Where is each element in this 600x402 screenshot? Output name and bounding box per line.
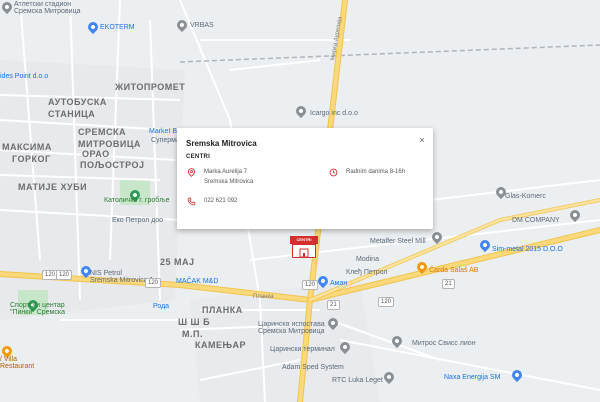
- district-label-autobuska: АУТОБУСКА: [48, 97, 107, 107]
- poi-stadium[interactable]: Атлетски стадион Сремска Митровица: [14, 1, 80, 15]
- poi-market[interactable]: Market B: [149, 128, 177, 135]
- centri-marker-body: [292, 244, 316, 258]
- poi-adam[interactable]: Adam Sped System: [282, 364, 344, 371]
- poi-metalfer[interactable]: Metalfer Steel Mill: [370, 238, 426, 245]
- poi-macak[interactable]: МАČAK M&D: [176, 278, 218, 285]
- poi-catholic[interactable]: Католичко г. гробље: [104, 197, 169, 204]
- road-shield-120-d: 120: [302, 280, 319, 290]
- poi-carda[interactable]: Čarda Salaš AB: [429, 267, 478, 274]
- phone-icon: [187, 197, 196, 206]
- poi-modina[interactable]: Modina: [356, 256, 379, 263]
- poi-customs-terminal[interactable]: Царински терминал: [270, 346, 335, 353]
- info-card-address-line1: Marka Aurelija 7: [204, 169, 248, 175]
- building-icon: [299, 248, 309, 258]
- district-label-maksima: МАКСИМА: [2, 142, 52, 152]
- poi-naxa[interactable]: Naxa Energija SM: [444, 374, 500, 381]
- poi-sim-metal[interactable]: Sim-metal 2015 D.O.O: [492, 246, 563, 253]
- poi-nis[interactable]: NIS Petrol Sremska Mitrovica 1: [90, 270, 153, 284]
- district-label-mp: М.П.: [182, 329, 203, 339]
- poi-roda[interactable]: Рода: [153, 303, 169, 310]
- info-card-address-line2: Sremska Mitrovica: [204, 179, 254, 185]
- poi-villa[interactable]: / Villa Restaurant: [0, 356, 34, 370]
- district-label-gorkog: ГОРКОГ: [12, 154, 51, 164]
- poi-glas-komerc[interactable]: Glas-Komerc: [505, 193, 546, 200]
- poi-mitros[interactable]: Митрос Свисс лион: [412, 340, 476, 347]
- poi-ekoterm[interactable]: EKOTERM: [100, 24, 135, 31]
- location-pin-icon: [187, 168, 196, 177]
- info-card-hours: Radnim danima 8-16h: [346, 169, 406, 175]
- district-label-planka: ПЛАНКА: [202, 305, 243, 315]
- close-icon[interactable]: ×: [416, 134, 428, 146]
- poi-dm-company[interactable]: DM COMPANY: [512, 217, 560, 224]
- district-label-shsh-b: Ш Ш Б: [178, 317, 211, 327]
- district-label-poljostroj: ПОЉОСТРОЈ: [80, 160, 145, 170]
- poi-sports-center[interactable]: Спортски центар "Пинки" Сремска: [10, 302, 65, 316]
- district-label-zitopromet: ЖИТОПРОМЕТ: [115, 82, 186, 92]
- district-label-kamenjar: КАМЕЊАР: [195, 340, 247, 350]
- road-shield-120-c: 120: [145, 278, 162, 288]
- poi-ides-point[interactable]: ides Point d.o.o: [0, 73, 48, 80]
- road-shield-120-b: 120: [56, 270, 73, 280]
- district-label-mitrovica: МИТРОВИЦА: [78, 139, 141, 149]
- road-label-planka: Планка: [253, 294, 274, 300]
- info-card-phone[interactable]: 022 621 092: [204, 198, 237, 204]
- district-label-matije-hubi: МАТИЈЕ ХУБИ: [18, 182, 88, 192]
- poi-eko-petrol[interactable]: Еко Петрол доо: [112, 217, 163, 224]
- poi-aman[interactable]: Аман: [330, 280, 347, 287]
- district-label-stanica: СТАНИЦА: [48, 109, 96, 119]
- road-shield-21-a: 21: [327, 300, 340, 310]
- road-shield-120-e: 120: [378, 297, 395, 307]
- road-shield-21-b: 21: [442, 279, 455, 289]
- poi-icargo[interactable]: Icargo inc d.o.o: [310, 110, 358, 117]
- district-label-orao: ОРАО: [82, 149, 110, 159]
- poi-rtc[interactable]: RTC Luka Leget: [332, 377, 383, 384]
- location-info-card: Sremska Mitrovica × CENTRI Marka Aurelij…: [177, 128, 433, 229]
- poi-kles-petrol[interactable]: Клеђ Петрол: [346, 269, 388, 276]
- poi-vrbas[interactable]: VRBAS: [190, 22, 214, 29]
- centri-marker-label: CENTRI: [290, 236, 318, 244]
- clock-icon: [329, 168, 338, 177]
- info-card-title: Sremska Mitrovica: [186, 139, 257, 148]
- district-label-sremska: СРЕМСКА: [78, 127, 126, 137]
- centri-map-marker[interactable]: CENTRI: [290, 236, 318, 258]
- info-card-category: CENTRI: [186, 154, 211, 160]
- poi-postal[interactable]: Царинска испостава Сремска Митровица: [258, 321, 325, 335]
- district-label-25-maj: 25 МАЈ: [160, 257, 195, 267]
